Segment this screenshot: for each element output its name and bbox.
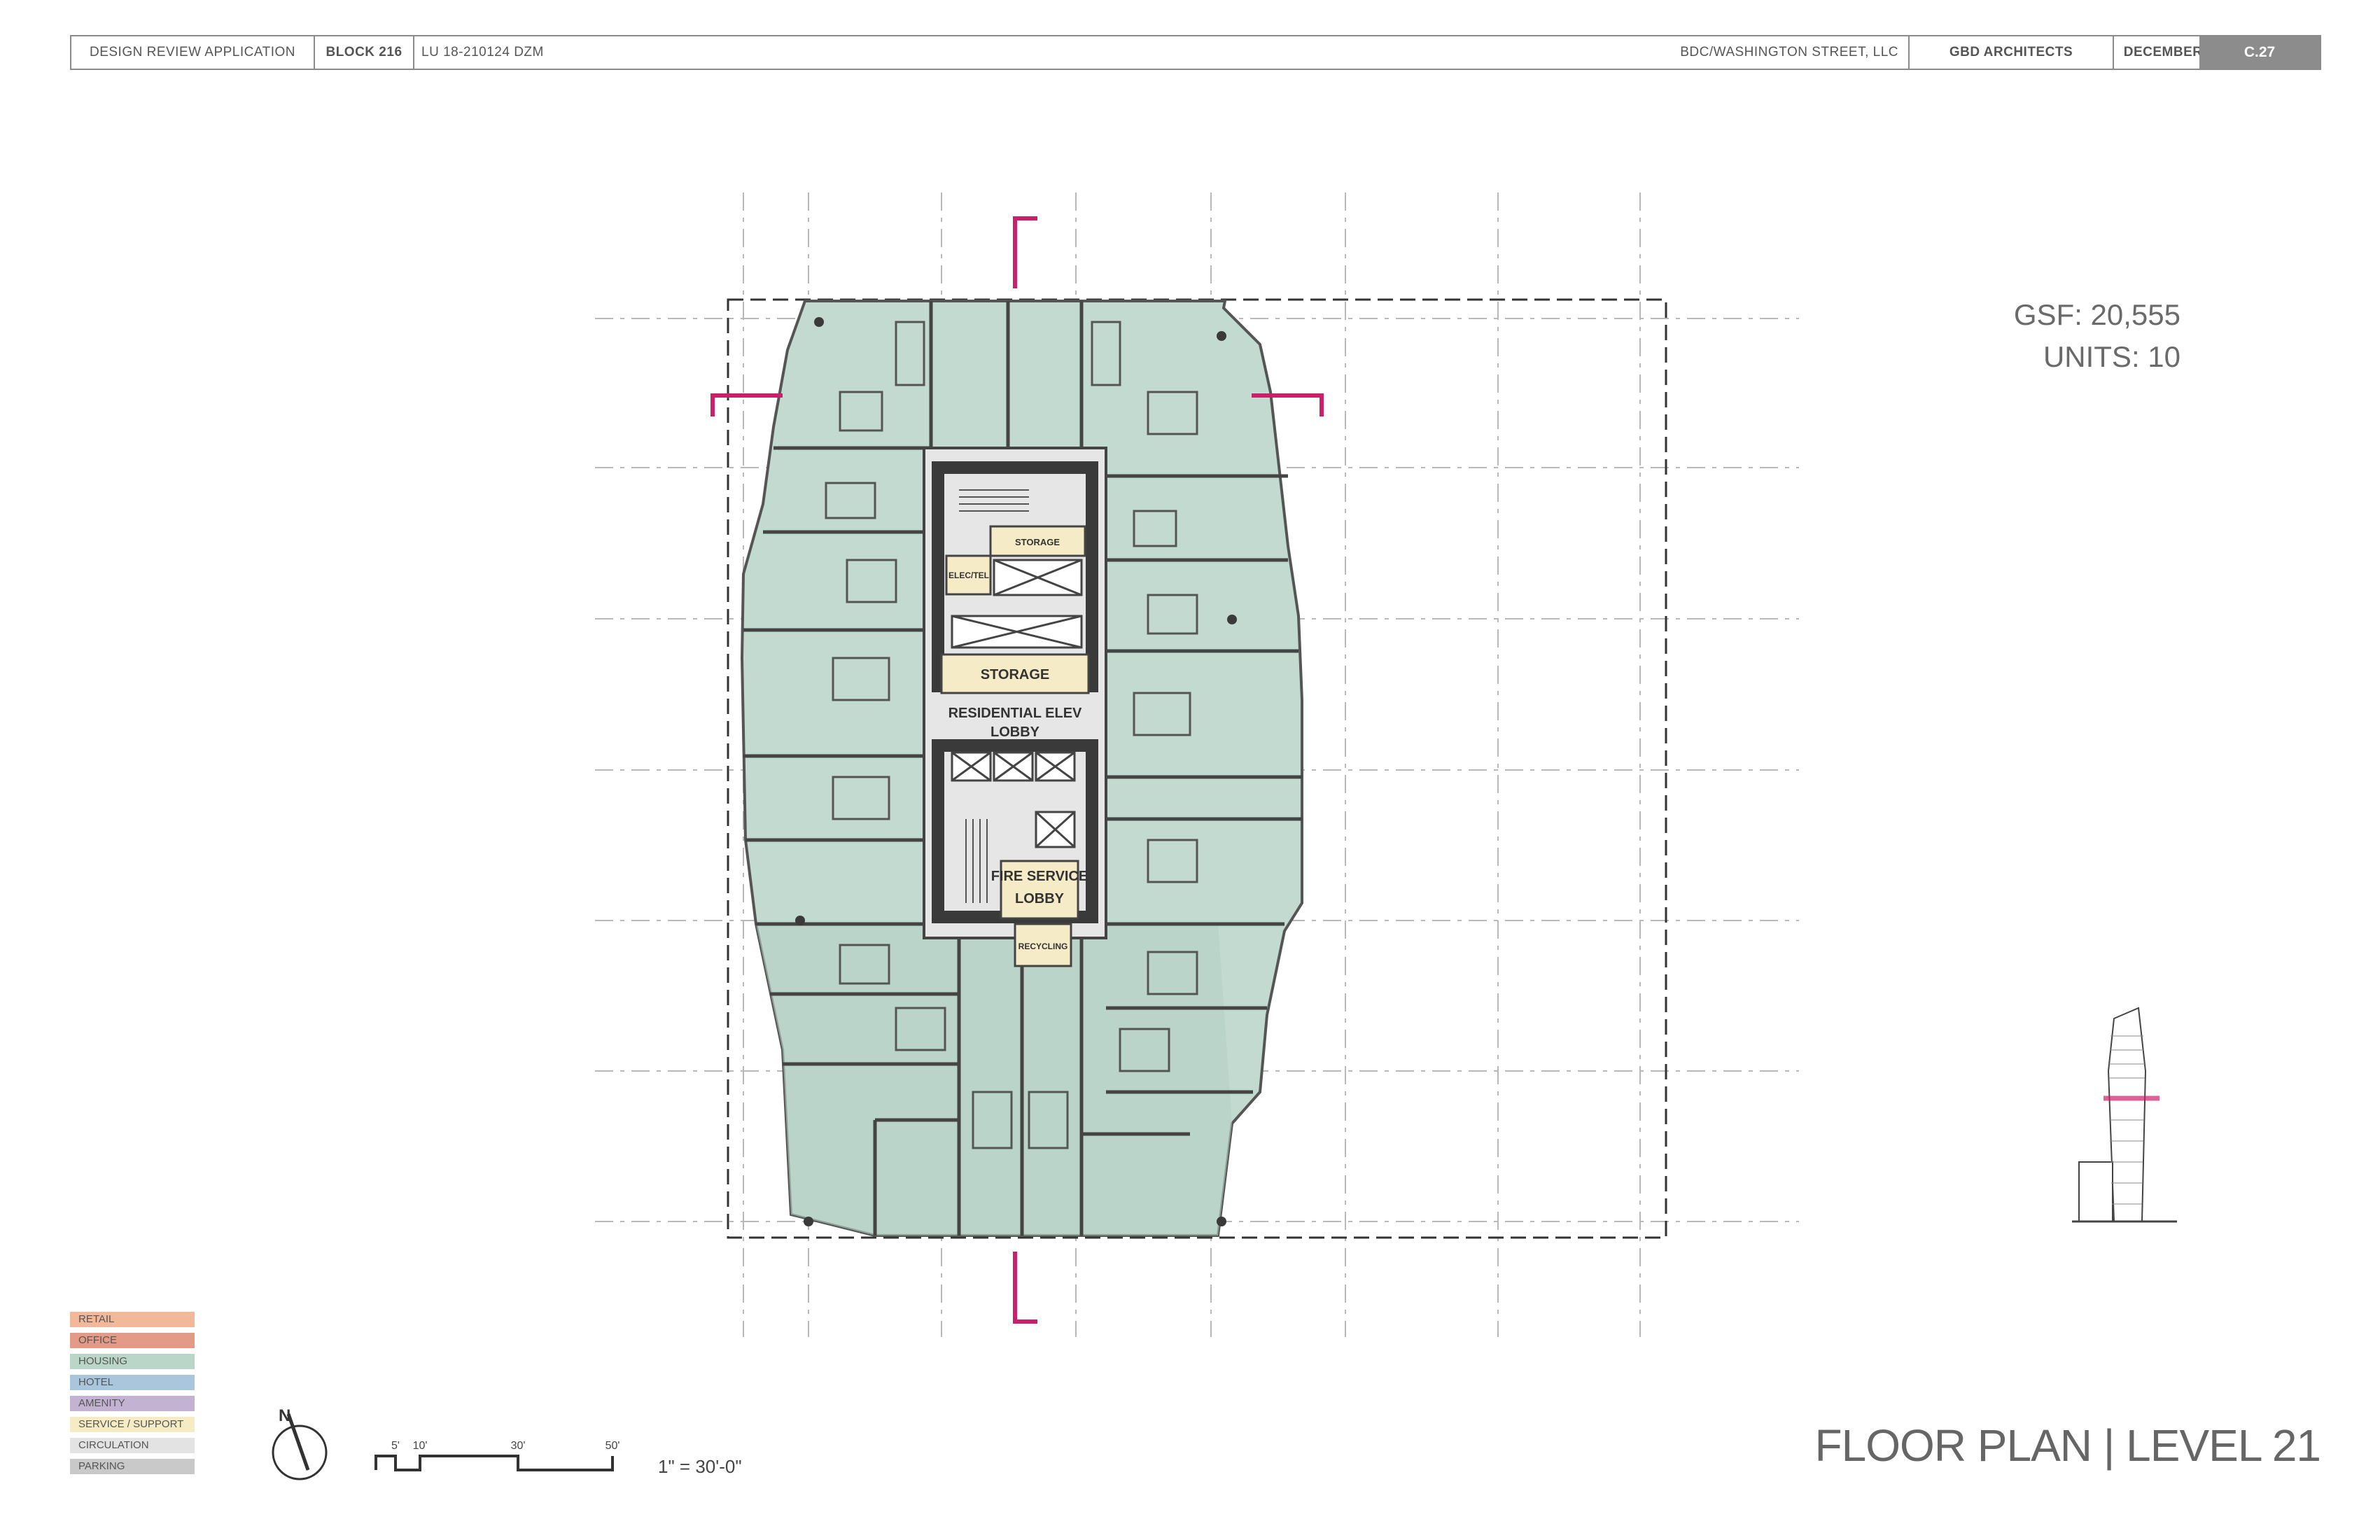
- room-label-res-elev-lobby-2: LOBBY: [990, 724, 1040, 740]
- scale-tick-30: 30': [511, 1440, 526, 1452]
- scale-tick-10: 10': [413, 1440, 428, 1452]
- room-label-elec-tel: ELEC/TEL: [948, 570, 989, 580]
- scale-bar: [374, 1455, 614, 1471]
- legend-item-hotel: HOTEL: [70, 1375, 195, 1390]
- sheet-title: FLOOR PLAN | LEVEL 21: [1814, 1420, 2321, 1471]
- legend-item-service-support: SERVICE / SUPPORT: [70, 1417, 195, 1432]
- legend-item-circulation: CIRCULATION: [70, 1438, 195, 1453]
- room-label-res-elev-lobby-1: RESIDENTIAL ELEV: [948, 706, 1082, 721]
- gsf-value: GSF: 20,555: [2013, 298, 2180, 331]
- legend-item-parking: PARKING: [70, 1459, 195, 1474]
- color-legend: RETAIL OFFICE HOUSING HOTEL AMENITY SERV…: [70, 1312, 195, 1480]
- housing-area-lower: [756, 924, 1232, 1236]
- legend-item-office: OFFICE: [70, 1333, 195, 1348]
- room-label-fire-service-2: LOBBY: [1015, 891, 1065, 906]
- scale-tick-5: 5': [391, 1440, 400, 1452]
- scale-tick-50: 50': [606, 1440, 620, 1452]
- north-label: N: [279, 1406, 290, 1425]
- floor-plan-drawing: STORAGE ELEC/TEL STORAGE RESIDENTIAL ELE…: [272, 192, 2177, 1480]
- floor-stats: GSF: 20,555 UNITS: 10: [2014, 294, 2180, 378]
- room-label-fire-service-1: FIRE SERVICE: [991, 869, 1088, 884]
- room-label-recycling: RECYCLING: [1018, 941, 1068, 951]
- north-arrow: N: [272, 1406, 328, 1480]
- units-value: UNITS: 10: [2043, 340, 2180, 373]
- room-label-storage-small: STORAGE: [1015, 537, 1060, 547]
- key-plan-tower: [2072, 1007, 2177, 1223]
- legend-item-retail: RETAIL: [70, 1312, 195, 1327]
- room-label-storage: STORAGE: [981, 667, 1050, 682]
- legend-item-amenity: AMENITY: [70, 1396, 195, 1411]
- scale-text: 1" = 30'-0": [658, 1456, 742, 1477]
- legend-item-housing: HOUSING: [70, 1354, 195, 1369]
